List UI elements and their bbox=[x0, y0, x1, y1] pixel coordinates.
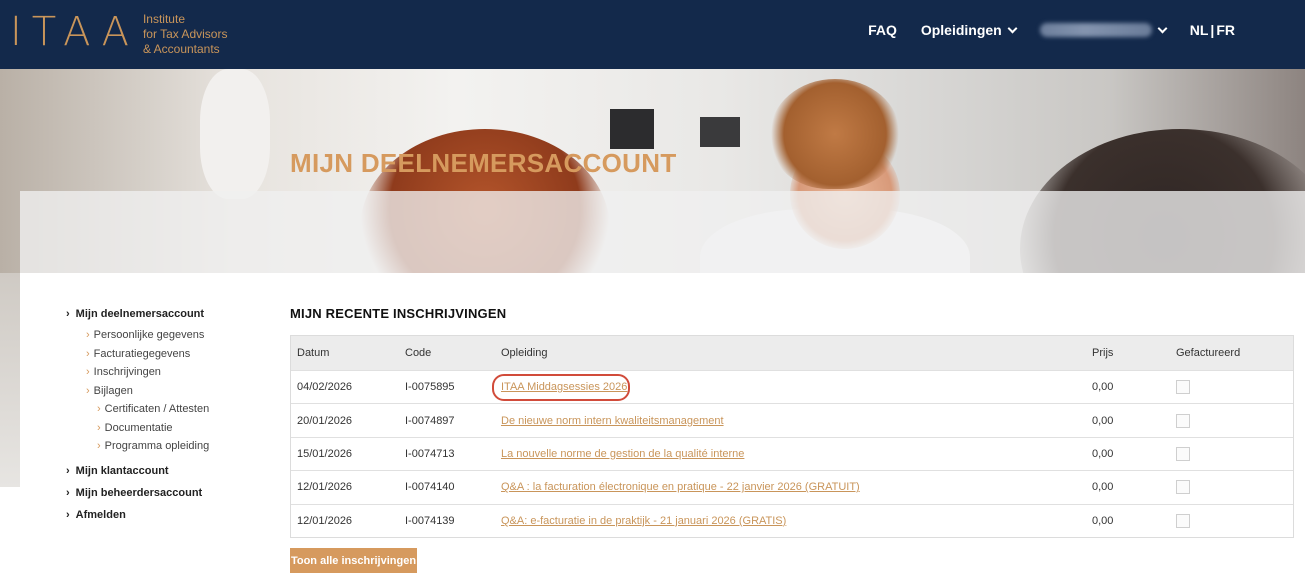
column-header-datum: Datum bbox=[297, 347, 330, 359]
language-switch: NL | FR bbox=[1190, 22, 1235, 38]
course-link[interactable]: De nieuwe norm intern kwaliteitsmanageme… bbox=[501, 415, 724, 427]
registrations-table: Datum Code Opleiding Prijs Gefactureerd … bbox=[290, 335, 1294, 538]
page-title: MIJN DEELNEMERSACCOUNT bbox=[290, 148, 677, 178]
chevron-right-icon: › bbox=[66, 464, 70, 477]
cell-opleiding: La nouvelle norme de gestion de la quali… bbox=[501, 438, 744, 470]
user-name-blurred bbox=[1039, 23, 1152, 37]
nav-user-menu[interactable] bbox=[1039, 23, 1168, 37]
invoiced-checkbox bbox=[1176, 446, 1190, 461]
cell-prijs: 0,00 bbox=[1092, 447, 1114, 460]
hero-photo-shape bbox=[770, 79, 900, 189]
chevron-right-icon: › bbox=[86, 366, 90, 378]
decorative-strip bbox=[0, 273, 20, 487]
invoiced-checkbox bbox=[1176, 380, 1190, 395]
column-header-code: Code bbox=[405, 347, 432, 359]
chevron-right-icon: › bbox=[97, 403, 101, 415]
cell-code: I-0074139 bbox=[405, 514, 455, 527]
cell-gefactureerd bbox=[1176, 471, 1190, 503]
itaa-logo[interactable]: ITAA Institute for Tax Advisors & Accoun… bbox=[10, 12, 227, 57]
nav-faq[interactable]: FAQ bbox=[868, 22, 897, 38]
lang-fr[interactable]: FR bbox=[1216, 22, 1235, 38]
sidebar-item-afmelden[interactable]: › Afmelden bbox=[66, 508, 209, 522]
column-header-gefactureerd: Gefactureerd bbox=[1176, 347, 1241, 359]
cell-opleiding: De nieuwe norm intern kwaliteitsmanageme… bbox=[501, 404, 724, 436]
column-header-prijs: Prijs bbox=[1092, 347, 1114, 359]
table-row: 04/02/2026 I-0075895 ITAA Middagsessies … bbox=[291, 370, 1293, 403]
hero-title-band bbox=[20, 191, 1305, 273]
chevron-right-icon: › bbox=[66, 308, 70, 320]
chevron-right-icon: › bbox=[66, 486, 70, 499]
cell-prijs: 0,00 bbox=[1092, 381, 1114, 394]
chevron-right-icon: › bbox=[97, 421, 101, 434]
sidebar-item-klantaccount[interactable]: › Mijn klantaccount bbox=[66, 464, 209, 478]
cell-date: 20/01/2026 bbox=[297, 414, 353, 427]
invoiced-checkbox bbox=[1176, 480, 1190, 495]
course-link[interactable]: La nouvelle norme de gestion de la quali… bbox=[501, 448, 744, 460]
course-link[interactable]: ITAA Middagsessies 2026 bbox=[501, 381, 627, 393]
table-header-row: Datum Code Opleiding Prijs Gefactureerd bbox=[291, 336, 1293, 370]
cell-code: I-0074897 bbox=[405, 414, 455, 427]
cell-code: I-0074713 bbox=[405, 447, 455, 460]
cell-gefactureerd bbox=[1176, 404, 1190, 436]
cell-opleiding: ITAA Middagsessies 2026 bbox=[501, 371, 627, 403]
sidebar-item-documentatie[interactable]: › Documentatie bbox=[66, 419, 209, 438]
main-nav: FAQ Opleidingen NL | FR bbox=[868, 22, 1235, 38]
table-row: 12/01/2026 I-0074140 Q&A : la facturatio… bbox=[291, 470, 1293, 503]
hero-photo-shape bbox=[200, 69, 270, 199]
chevron-right-icon: › bbox=[86, 384, 90, 397]
cell-gefactureerd bbox=[1176, 438, 1190, 470]
cell-gefactureerd bbox=[1176, 371, 1190, 403]
sidebar-item-bijlagen[interactable]: › Bijlagen bbox=[66, 382, 209, 401]
sidebar-item-facturatiegegevens[interactable]: › Facturatiegegevens bbox=[66, 345, 209, 364]
cell-date: 12/01/2026 bbox=[297, 481, 353, 494]
top-header: ITAA Institute for Tax Advisors & Accoun… bbox=[0, 0, 1305, 69]
course-link[interactable]: Q&A: e-facturatie in de praktijk - 21 ja… bbox=[501, 515, 786, 527]
cell-code: I-0074140 bbox=[405, 481, 455, 494]
chevron-right-icon: › bbox=[86, 347, 90, 360]
cell-prijs: 0,00 bbox=[1092, 481, 1114, 494]
invoiced-checkbox bbox=[1176, 513, 1190, 528]
hero-photo-shape bbox=[700, 117, 740, 147]
invoiced-checkbox bbox=[1176, 413, 1190, 428]
chevron-right-icon: › bbox=[97, 440, 101, 452]
cell-opleiding: Q&A: e-facturatie in de praktijk - 21 ja… bbox=[501, 505, 786, 537]
cell-date: 12/01/2026 bbox=[297, 514, 353, 527]
logo-text: Institute for Tax Advisors & Accountants bbox=[142, 12, 228, 56]
column-header-opleiding: Opleiding bbox=[501, 347, 548, 359]
sidebar-item-inschrijvingen[interactable]: › Inschrijvingen bbox=[66, 363, 209, 382]
table-row: 12/01/2026 I-0074139 Q&A: e-facturatie i… bbox=[291, 503, 1293, 537]
section-title: MIJN RECENTE INSCHRIJVINGEN bbox=[290, 306, 507, 321]
chevron-right-icon: › bbox=[86, 329, 90, 341]
logo-mark: ITAA bbox=[10, 9, 139, 55]
hero-photo-shape bbox=[610, 109, 654, 149]
table-row: 15/01/2026 I-0074713 La nouvelle norme d… bbox=[291, 436, 1293, 470]
table-row: 20/01/2026 I-0074897 De nieuwe norm inte… bbox=[291, 403, 1293, 436]
cell-opleiding: Q&A : la facturation électronique en pra… bbox=[501, 471, 860, 503]
cell-date: 15/01/2026 bbox=[297, 447, 353, 460]
cell-gefactureerd bbox=[1176, 505, 1190, 537]
cell-code: I-0075895 bbox=[405, 381, 455, 394]
account-sidebar: › Mijn deelnemersaccount › Persoonlijke g… bbox=[66, 307, 209, 522]
sidebar-item-programma[interactable]: › Programma opleiding bbox=[66, 437, 209, 456]
lang-separator: | bbox=[1210, 22, 1215, 38]
lang-nl[interactable]: NL bbox=[1190, 22, 1209, 38]
cell-prijs: 0,00 bbox=[1092, 414, 1114, 427]
chevron-down-icon bbox=[1007, 23, 1018, 33]
course-link[interactable]: Q&A : la facturation électronique en pra… bbox=[501, 481, 860, 493]
show-all-registrations-button[interactable]: Toon alle inschrijvingen bbox=[290, 548, 417, 573]
cell-date: 04/02/2026 bbox=[297, 381, 353, 394]
sidebar-item-certificaten[interactable]: › Certificaten / Attesten bbox=[66, 400, 209, 419]
sidebar-item-persoonlijke-gegevens[interactable]: › Persoonlijke gegevens bbox=[66, 326, 209, 345]
nav-opleidingen[interactable]: Opleidingen bbox=[921, 22, 1018, 38]
sidebar-item-deelnemersaccount[interactable]: › Mijn deelnemersaccount bbox=[66, 307, 209, 321]
chevron-down-icon bbox=[1157, 23, 1168, 33]
chevron-right-icon: › bbox=[66, 508, 70, 521]
cell-prijs: 0,00 bbox=[1092, 514, 1114, 527]
sidebar-item-beheerdersaccount[interactable]: › Mijn beheerdersaccount bbox=[66, 486, 209, 500]
